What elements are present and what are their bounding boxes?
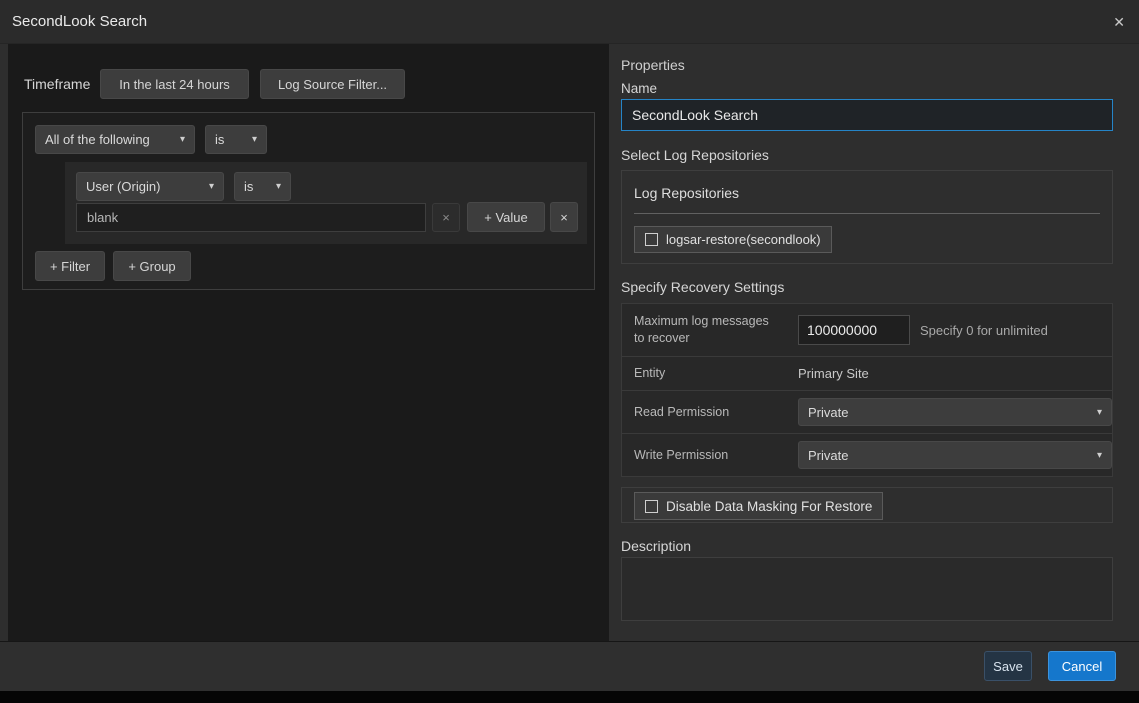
log-repositories-header: Log Repositories xyxy=(634,185,739,201)
write-permission-value: Private xyxy=(808,448,848,463)
add-group-button[interactable]: + Group xyxy=(113,251,191,281)
read-permission-value: Private xyxy=(808,405,848,420)
chevron-down-icon: ▾ xyxy=(276,181,281,192)
group-operator-value: All of the following xyxy=(45,132,150,147)
log-source-filter-button-label: Log Source Filter... xyxy=(278,77,387,92)
checkbox-icon[interactable] xyxy=(645,500,658,513)
add-value-button[interactable]: + Value xyxy=(467,202,545,232)
query-builder-panel: Timeframe In the last 24 hours Log Sourc… xyxy=(8,44,609,641)
close-icon[interactable]: ✕ xyxy=(1113,15,1125,29)
chevron-down-icon: ▾ xyxy=(252,134,257,145)
dialog-title: SecondLook Search xyxy=(0,13,147,30)
description-label: Description xyxy=(621,538,691,554)
read-permission-dropdown[interactable]: Private ▾ xyxy=(798,398,1112,426)
log-repositories-box: Log Repositories logsar-restore(secondlo… xyxy=(621,170,1113,264)
add-value-button-label: + Value xyxy=(484,210,528,225)
write-permission-dropdown[interactable]: Private ▾ xyxy=(798,441,1112,469)
remove-icon: × xyxy=(442,210,450,225)
entity-label: Entity xyxy=(622,365,794,382)
read-permission-label: Read Permission xyxy=(622,404,794,421)
table-row-max-messages: Maximum log messages to recover Specify … xyxy=(622,304,1112,356)
screen: SecondLook Search ✕ Timeframe In the las… xyxy=(0,0,1139,703)
entity-value: Primary Site xyxy=(798,366,869,381)
group-operator-dropdown[interactable]: All of the following ▾ xyxy=(35,125,195,154)
write-permission-label: Write Permission xyxy=(622,447,794,464)
add-group-button-label: + Group xyxy=(128,259,175,274)
disable-data-masking-label: Disable Data Masking For Restore xyxy=(666,499,872,514)
timeframe-button[interactable]: In the last 24 hours xyxy=(100,69,249,99)
max-messages-hint: Specify 0 for unlimited xyxy=(920,323,1048,338)
description-textarea[interactable] xyxy=(621,557,1113,621)
filter-rule-box: User (Origin) ▾ is ▾ × + Value xyxy=(65,162,587,244)
table-row-write-permission: Write Permission Private ▾ xyxy=(622,433,1112,476)
recovery-settings-heading: Specify Recovery Settings xyxy=(621,279,784,295)
name-label: Name xyxy=(621,81,657,96)
remove-filter-button[interactable]: × xyxy=(550,202,578,232)
log-repository-label: logsar-restore(secondlook) xyxy=(666,232,821,247)
remove-icon: × xyxy=(560,210,568,225)
chevron-down-icon: ▾ xyxy=(1097,450,1102,461)
table-row-read-permission: Read Permission Private ▾ xyxy=(622,390,1112,433)
divider xyxy=(634,213,1100,214)
dialog-titlebar: SecondLook Search ✕ xyxy=(0,0,1139,44)
max-messages-field-wrap: Specify 0 for unlimited xyxy=(798,315,1048,345)
dialog-footer: Save Cancel xyxy=(0,641,1139,691)
cancel-button[interactable]: Cancel xyxy=(1048,651,1116,681)
cancel-button-label: Cancel xyxy=(1062,659,1102,674)
filter-group-box: All of the following ▾ is ▾ User (Origin… xyxy=(22,112,595,290)
filter-value-input[interactable] xyxy=(76,203,426,232)
chevron-down-icon: ▾ xyxy=(209,181,214,192)
secondlook-search-dialog: SecondLook Search ✕ Timeframe In the las… xyxy=(0,0,1139,691)
remove-value-button[interactable]: × xyxy=(432,203,460,232)
max-messages-input[interactable] xyxy=(798,315,910,345)
log-repository-checkbox-item[interactable]: logsar-restore(secondlook) xyxy=(634,226,832,253)
save-button[interactable]: Save xyxy=(984,651,1032,681)
table-row-entity: Entity Primary Site xyxy=(622,356,1112,390)
properties-heading: Properties xyxy=(621,57,685,73)
select-log-repositories-label: Select Log Repositories xyxy=(621,147,769,163)
properties-panel: Properties Name Select Log Repositories … xyxy=(609,44,1139,641)
chevron-down-icon: ▾ xyxy=(1097,407,1102,418)
add-filter-button[interactable]: + Filter xyxy=(35,251,105,281)
data-masking-box: Disable Data Masking For Restore xyxy=(621,487,1113,523)
filter-comparator-value: is xyxy=(244,179,253,194)
save-button-label: Save xyxy=(993,659,1023,674)
filter-field-value: User (Origin) xyxy=(86,179,160,194)
timeframe-button-label: In the last 24 hours xyxy=(119,77,230,92)
recovery-settings-table: Maximum log messages to recover Specify … xyxy=(621,303,1113,477)
log-source-filter-button[interactable]: Log Source Filter... xyxy=(260,69,405,99)
group-comparator-dropdown[interactable]: is ▾ xyxy=(205,125,267,154)
disable-data-masking-checkbox-item[interactable]: Disable Data Masking For Restore xyxy=(634,492,883,520)
chevron-down-icon: ▾ xyxy=(180,134,185,145)
checkbox-icon[interactable] xyxy=(645,233,658,246)
filter-field-dropdown[interactable]: User (Origin) ▾ xyxy=(76,172,224,201)
timeframe-label: Timeframe xyxy=(24,69,90,99)
group-comparator-value: is xyxy=(215,132,224,147)
name-input[interactable] xyxy=(621,99,1113,131)
filter-comparator-dropdown[interactable]: is ▾ xyxy=(234,172,291,201)
max-messages-label: Maximum log messages to recover xyxy=(622,313,782,347)
add-filter-button-label: + Filter xyxy=(50,259,90,274)
